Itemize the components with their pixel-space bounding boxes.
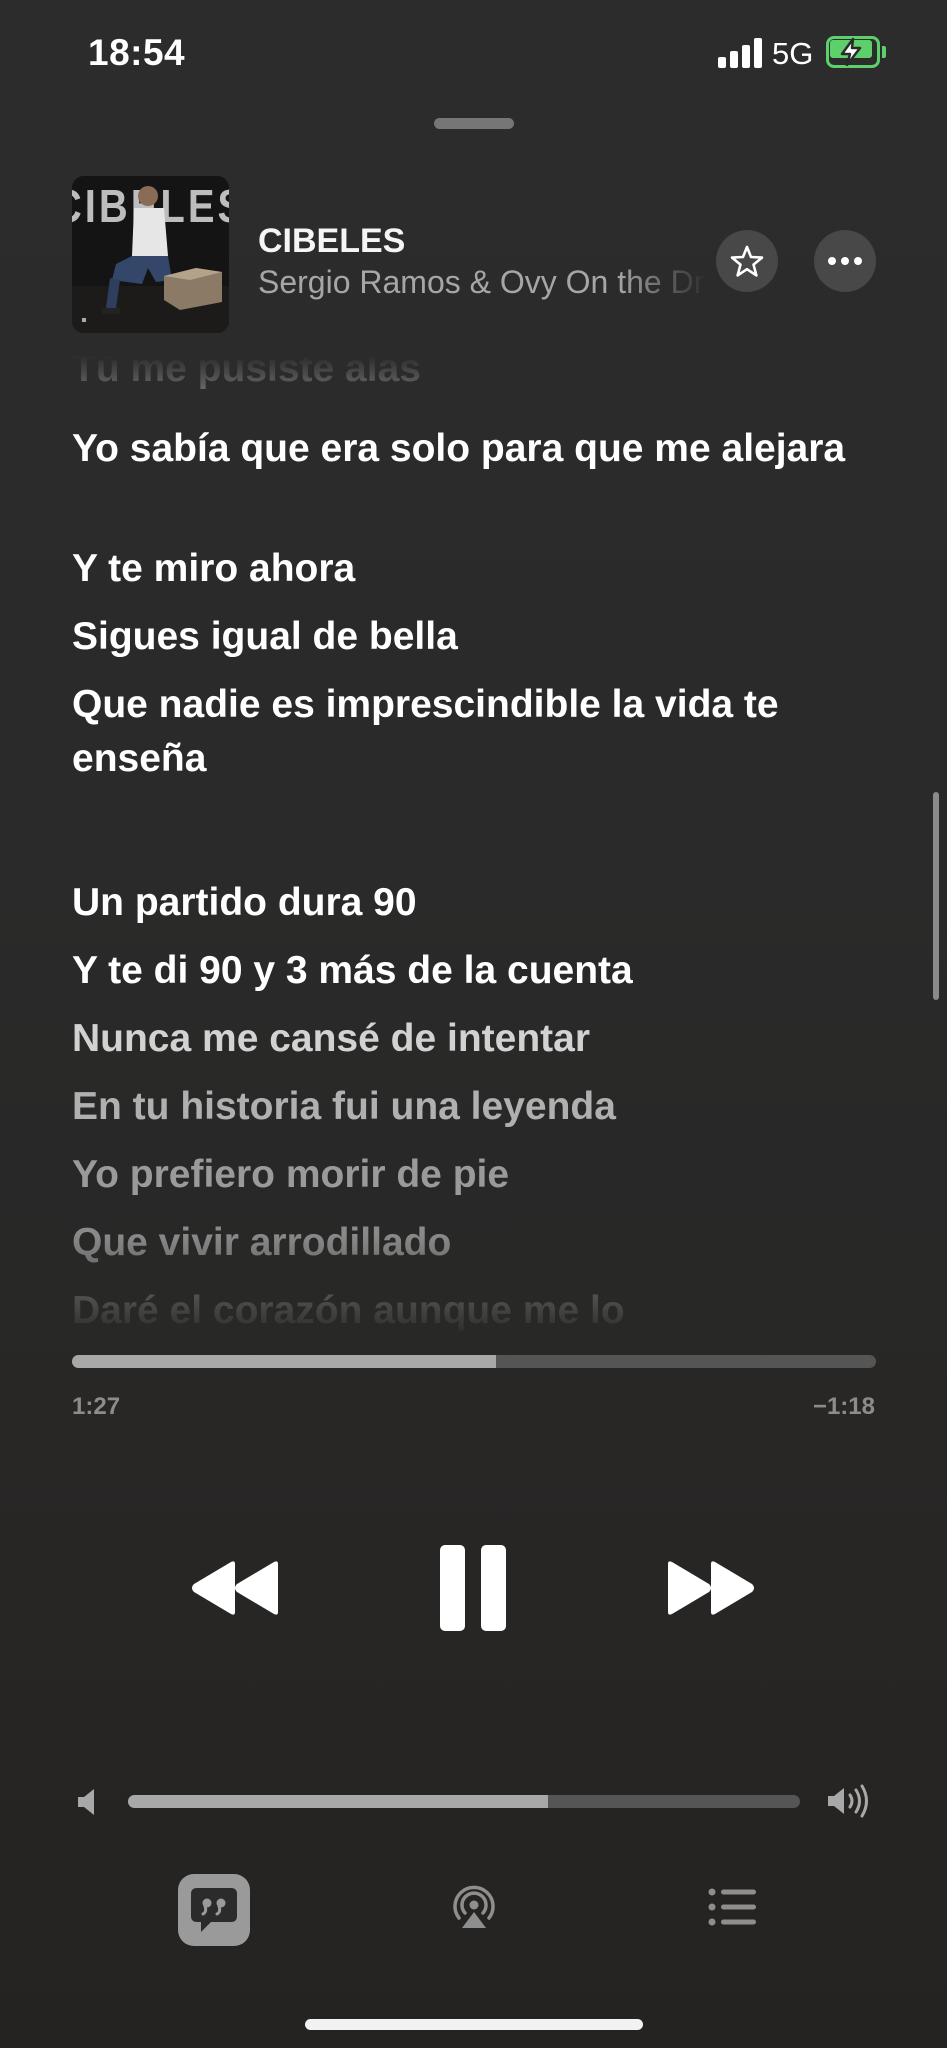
volume-slider[interactable] — [128, 1795, 800, 1808]
pause-button[interactable] — [438, 1543, 508, 1633]
lyrics-scroll-indicator[interactable] — [933, 792, 939, 1000]
lyric-line[interactable]: Nunca me cansé de intentar — [72, 1012, 892, 1066]
pause-icon — [440, 1545, 506, 1631]
volume-level-fill — [128, 1795, 548, 1808]
home-indicator[interactable] — [305, 2019, 643, 2030]
album-artwork[interactable]: CIBELES — [72, 176, 229, 333]
airplay-icon[interactable] — [448, 1880, 500, 1932]
more-options-button[interactable] — [814, 230, 876, 292]
lyric-line[interactable]: En tu historia fui una leyenda — [72, 1080, 892, 1134]
speaker-high-icon — [828, 1784, 868, 1818]
lyric-line[interactable]: Que nadie es imprescindible la vida te e… — [72, 678, 892, 786]
lyric-line[interactable]: Un partido dura 90 — [72, 876, 892, 930]
sheet-grabber[interactable] — [434, 118, 514, 129]
status-time: 18:54 — [88, 32, 186, 73]
lyric-line[interactable]: Daré el corazón aunque me lo — [72, 1284, 892, 1338]
status-bar: 18:54 5G — [0, 0, 947, 110]
lyric-line[interactable]: Y te di 90 y 3 más de la cuenta — [72, 944, 892, 998]
lyric-line[interactable]: Que vivir arrodillado — [72, 1216, 892, 1270]
song-artist[interactable]: Sergio Ramos & Ovy On the Drums — [258, 264, 708, 308]
remaining-time: −1:18 — [812, 1393, 875, 1420]
cellular-signal-icon — [718, 38, 762, 68]
next-track-button[interactable] — [664, 1560, 756, 1616]
network-type: 5G — [772, 36, 814, 71]
lyrics-view[interactable]: Tú me pusiste alas Yo sabía que era solo… — [0, 355, 947, 1340]
lyric-line[interactable]: Yo prefiero morir de pie — [72, 1148, 892, 1202]
lyric-line[interactable]: Sigues igual de bella — [72, 610, 892, 664]
quote-bubble-icon — [191, 1888, 237, 1932]
favorite-button[interactable] — [716, 230, 778, 292]
previous-track-button[interactable] — [190, 1560, 282, 1616]
battery-icon — [826, 36, 886, 68]
album-art-image: CIBELES — [72, 176, 229, 333]
lyrics-toggle-button[interactable] — [178, 1874, 250, 1946]
playback-scrubber[interactable] — [72, 1355, 876, 1368]
ellipsis-icon — [828, 257, 862, 265]
lyric-line[interactable]: Y te miro ahora — [72, 542, 892, 596]
fast-forward-icon — [668, 1561, 754, 1615]
elapsed-time: 1:27 — [72, 1393, 121, 1420]
playback-progress-fill — [72, 1355, 496, 1368]
charging-bolt-icon — [840, 38, 862, 66]
star-icon — [730, 245, 764, 277]
rewind-icon — [192, 1561, 278, 1615]
lyric-line[interactable]: Tú me pusiste alas — [72, 355, 892, 396]
song-title[interactable]: CIBELES — [258, 222, 405, 261]
lyric-line[interactable]: Yo sabía que era solo para que me alejar… — [72, 422, 892, 476]
list-icon[interactable] — [708, 1888, 758, 1926]
speaker-low-icon — [78, 1789, 94, 1815]
